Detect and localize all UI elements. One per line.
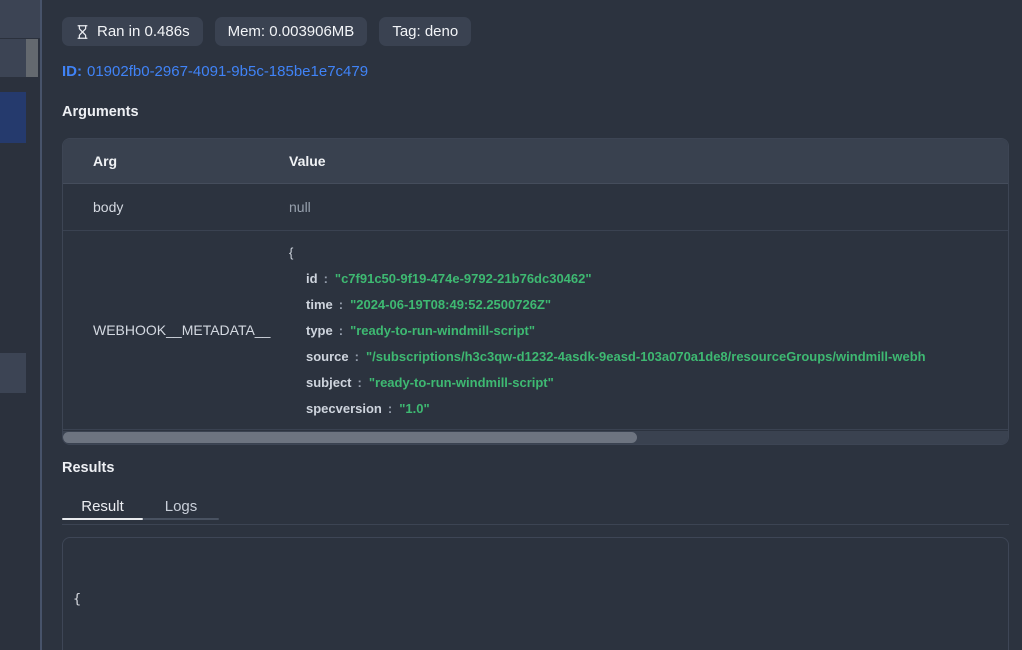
json-line: time:"2024-06-19T08:49:52.2500726Z" [289,292,1008,318]
left-sidebar [0,0,40,650]
result-json-code: { "str": "default arg", "union": "Hello … [73,549,998,650]
job-id-label: ID: [62,63,82,80]
results-tabbar: Result Logs [62,493,1009,525]
memory-badge-label: Mem: 0.003906MB [228,23,355,40]
results-heading: Results [62,460,114,476]
job-id-value[interactable]: 01902fb0-2967-4091-9b5c-185be1e7c479 [87,63,368,80]
sidebar-divider [40,0,42,650]
tab-result[interactable]: Result [62,493,143,520]
sidebar-list-item[interactable] [0,39,26,77]
value-column-header: Value [289,153,1008,169]
tag-badge: Tag: deno [379,17,471,46]
arguments-table-header: Arg Value [63,139,1008,184]
active-tab-underline [62,518,143,520]
arguments-heading: Arguments [62,104,139,120]
arg-value-null: null [289,199,1008,215]
json-line: specversion:"1.0" [289,396,1008,422]
runtime-badge-label: Ran in 0.486s [97,23,190,40]
horizontal-scrollbar-track[interactable] [63,431,1008,444]
code-open-brace: { [73,589,998,609]
metadata-json-viewer[interactable]: { id:"c7f91c50-9f19-474e-9792-21b76dc304… [289,231,1008,429]
run-stats-badges: Ran in 0.486s Mem: 0.003906MB Tag: deno [62,17,471,46]
tabbar-divider [62,524,1009,525]
json-line: type:"ready-to-run-windmill-script" [289,318,1008,344]
job-id-line: ID: 01902fb0-2967-4091-9b5c-185be1e7c479 [62,63,368,80]
tag-badge-label: Tag: deno [392,23,458,40]
table-row-metadata: WEBHOOK__METADATA__ { id:"c7f91c50-9f19-… [63,231,1008,430]
arg-name: body [63,199,289,215]
arguments-table: Arg Value body null WEBHOOK__METADATA__ … [62,138,1009,445]
table-row-body: body null [63,184,1008,231]
json-open-brace: { [289,240,1008,266]
result-json-panel[interactable]: { "str": "default arg", "union": "Hello … [62,537,1009,650]
inactive-tab-underline [143,518,219,520]
sidebar-selected-item[interactable] [0,92,26,143]
sidebar-list-item[interactable] [0,353,26,393]
horizontal-scrollbar-thumb[interactable] [63,432,637,443]
arg-name: WEBHOOK__METADATA__ [63,231,289,429]
json-line: subject:"ready-to-run-windmill-script" [289,370,1008,396]
runtime-badge: Ran in 0.486s [62,17,203,46]
arg-column-header: Arg [63,153,289,169]
tab-logs[interactable]: Logs [143,493,219,520]
json-line: source:"/subscriptions/h3c3qw-d1232-4asd… [289,344,1008,370]
sidebar-scrollbar-thumb[interactable] [26,39,38,77]
sidebar-panel-header [0,0,40,38]
memory-badge: Mem: 0.003906MB [215,17,368,46]
json-line: id:"c7f91c50-9f19-474e-9792-21b76dc30462… [289,266,1008,292]
hourglass-icon [75,24,90,40]
